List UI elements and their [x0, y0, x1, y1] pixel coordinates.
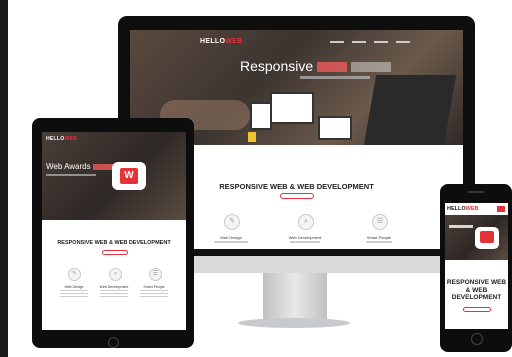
nav-item[interactable]: [396, 41, 410, 43]
phone-speaker: [468, 191, 484, 193]
nav-item[interactable]: [374, 41, 388, 43]
tablet-hero-subtitle: [46, 174, 96, 176]
mini-laptop-illustration: [318, 116, 352, 140]
tablet-section-title: RESPONSIVE WEB & WEB DEVELOPMENT: [57, 240, 171, 246]
tablet-feature-title: Web Design: [64, 285, 84, 289]
tablet-screen: HELLOWEB Web Awards W RESPONSIVE WEB & W…: [42, 132, 186, 330]
desktop-hero-title: Responsive: [240, 58, 391, 74]
menu-icon[interactable]: [497, 206, 505, 212]
desktop-monitor-base: [238, 318, 350, 328]
tablet-feature-desc: [60, 290, 88, 299]
phone-logo[interactable]: HELLOWEB: [447, 206, 478, 212]
search-icon: ⌕: [298, 214, 314, 230]
phone-screen: HELLOWEB RESPONSIVE WEB & WEB DEVELOPMEN…: [445, 203, 508, 329]
tablet-feature-title: Web Development: [99, 285, 129, 289]
design-icon: ✎: [68, 268, 81, 281]
tablet-feature-title: Smart People: [143, 285, 165, 289]
desktop-monitor-stand: [263, 273, 327, 321]
tablet-feature-desc: [100, 290, 128, 299]
w-badge-icon: [480, 231, 494, 243]
mini-tablet-illustration: [250, 102, 272, 130]
desktop-nav: [330, 40, 410, 44]
desktop-feature-title: Smart People: [366, 235, 392, 240]
design-icon: ✎: [224, 214, 240, 230]
people-icon: ☰: [149, 268, 162, 281]
desktop-feature-desc: [214, 241, 248, 243]
tablet-hero-banner: HELLOWEB Web Awards W: [42, 132, 186, 227]
tablet-home-button[interactable]: [108, 337, 119, 348]
tablet-feature-desc: [140, 290, 168, 299]
nav-item[interactable]: [330, 41, 344, 43]
desktop-feature-title: Web Design: [220, 235, 242, 240]
phone-home-button[interactable]: [471, 333, 483, 345]
people-icon: ☰: [372, 214, 388, 230]
phone-section-title-line: RESPONSIVE WEB: [446, 279, 507, 286]
search-icon: ⌕: [109, 268, 122, 281]
desktop-more-button[interactable]: [280, 193, 314, 199]
desktop-feature-desc: [290, 241, 320, 243]
tablet-more-button[interactable]: [102, 250, 128, 255]
device-mockup-scene: HELLOWEB Responsive RESPONSIVE WEB & WEB…: [8, 0, 512, 357]
mini-monitor-illustration: [270, 92, 314, 124]
tablet-slider-dots[interactable]: [108, 214, 120, 232]
phone-section-title: RESPONSIVE WEB & WEB DEVELOPMENT: [445, 279, 508, 302]
phone-hero-banner: [445, 215, 508, 260]
phone-section-title-line: DEVELOPMENT: [451, 294, 502, 301]
laptop-illustration: [363, 75, 457, 145]
desktop-feature-title: Web Development: [288, 235, 322, 240]
desktop-logo[interactable]: HELLOWEB: [200, 38, 242, 45]
nav-item[interactable]: [352, 41, 366, 43]
desktop-hero-subtitle: [300, 76, 370, 79]
phone-hero-title: [449, 225, 473, 228]
mini-phone-illustration: [248, 132, 256, 142]
w-badge-icon: W: [120, 168, 138, 184]
desktop-feature-desc: [366, 241, 392, 243]
phone-section-title-line: & WEB: [465, 286, 488, 294]
tablet-logo[interactable]: HELLOWEB: [46, 136, 77, 142]
tablet-hero-title: Web Awards: [46, 162, 113, 171]
phone-more-button[interactable]: [463, 307, 491, 312]
